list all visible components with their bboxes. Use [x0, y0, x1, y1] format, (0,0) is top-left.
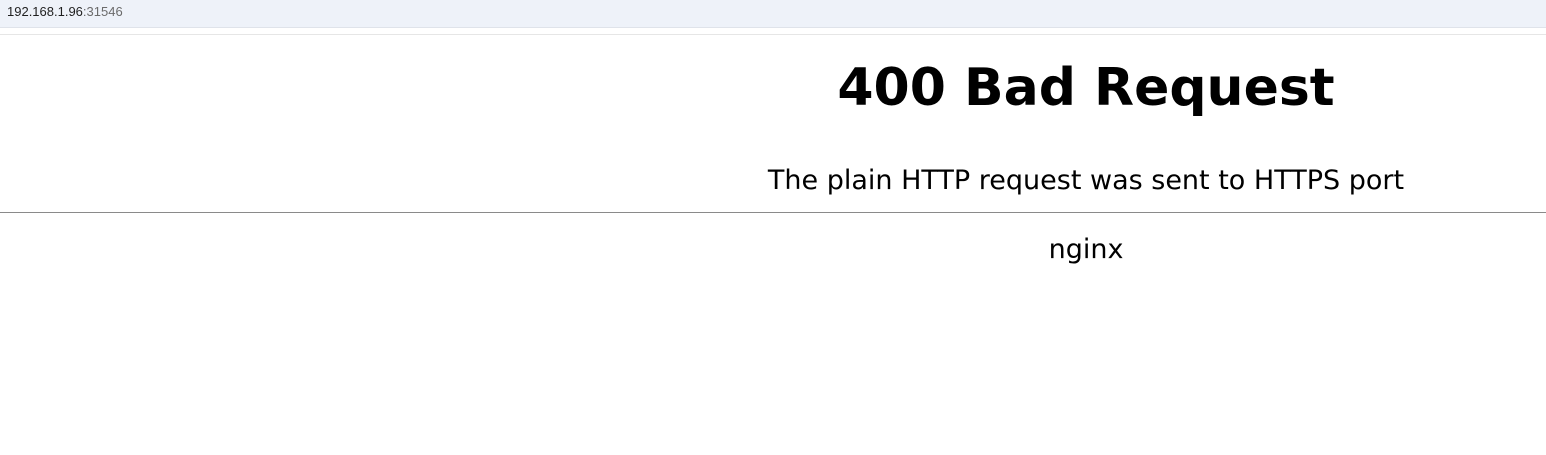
- url-text[interactable]: 192.168.1.96:31546: [7, 5, 123, 19]
- address-bar[interactable]: 192.168.1.96:31546: [0, 0, 1546, 28]
- top-separator: [0, 34, 1546, 35]
- error-message: The plain HTTP request was sent to HTTPS…: [767, 165, 1405, 196]
- page-title: 400 Bad Request: [837, 58, 1335, 118]
- horizontal-rule: [0, 212, 1546, 213]
- url-port: :31546: [82, 4, 123, 19]
- server-signature: nginx: [1048, 234, 1124, 265]
- url-host: 192.168.1.96: [7, 4, 83, 19]
